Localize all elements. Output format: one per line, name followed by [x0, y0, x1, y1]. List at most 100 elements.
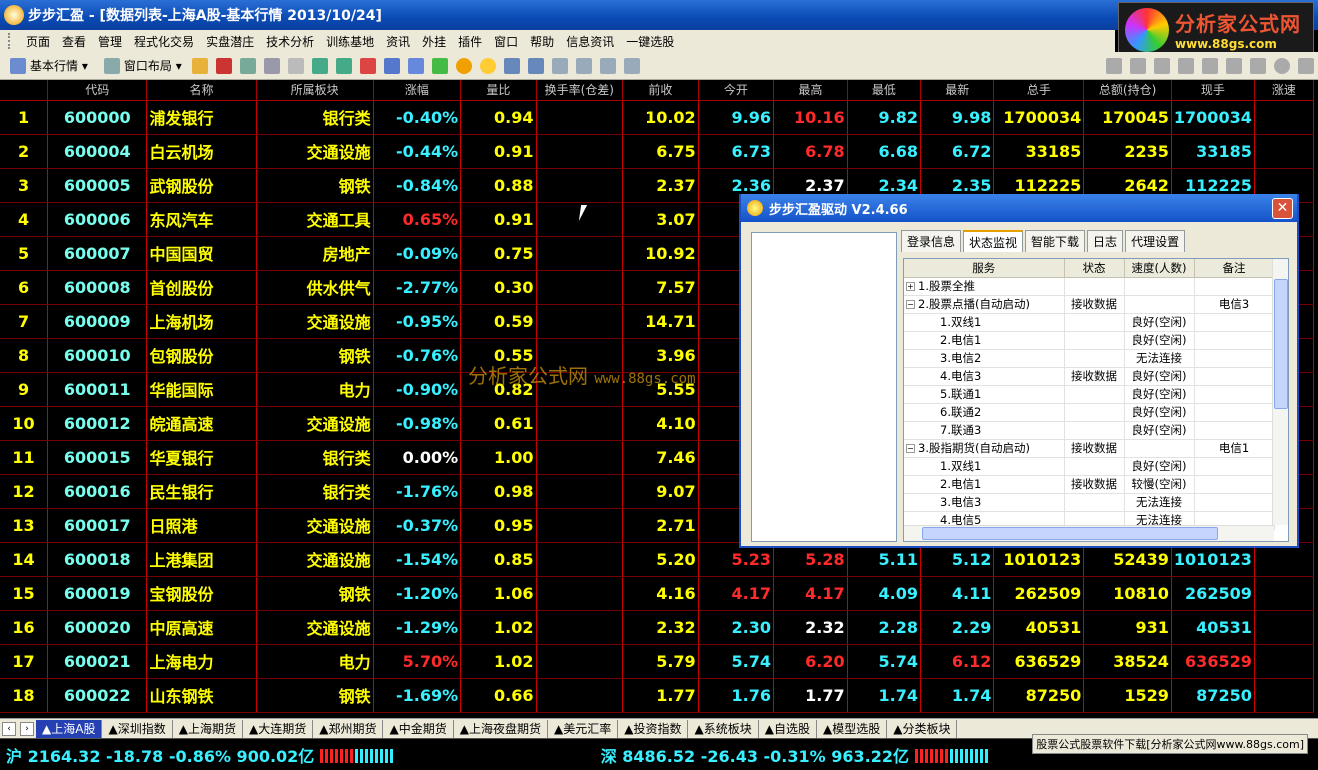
- col-header-index[interactable]: [0, 80, 49, 101]
- refresh-icon[interactable]: [431, 57, 448, 74]
- draw-rect-icon[interactable]: [1250, 57, 1266, 74]
- draw-channel-icon[interactable]: [1226, 57, 1242, 74]
- col-header-sector[interactable]: 所属板块: [256, 80, 374, 101]
- tab-market-9[interactable]: ▲系统板块: [688, 719, 759, 738]
- status-col-speed[interactable]: 速度(人数): [1124, 259, 1195, 278]
- dialog-close-button[interactable]: ✕: [1272, 198, 1293, 219]
- tree-hscroll-thumb[interactable]: [922, 527, 1218, 540]
- open-folder-icon[interactable]: [191, 57, 208, 74]
- tab-login-info[interactable]: 登录信息: [901, 230, 962, 252]
- tab-log[interactable]: 日志: [1087, 230, 1124, 252]
- tree-row[interactable]: 6.联通2 良好(空闲): [904, 403, 1275, 422]
- dialog-titlebar[interactable]: 步步汇盈驱动 V2.4.66: [741, 194, 1297, 222]
- col-header-volume-ratio[interactable]: 量比: [460, 80, 537, 101]
- table-row[interactable]: 18 600022 山东钢铁 钢铁 -1.69% 0.66 1.77 1.76 1.77 1.74…: [0, 678, 1314, 713]
- draw-lines-icon[interactable]: [1154, 57, 1170, 74]
- table2-icon[interactable]: [527, 57, 544, 74]
- menu-program-trading[interactable]: 程式化交易: [128, 33, 200, 50]
- col-header-volume[interactable]: 总手: [993, 80, 1085, 101]
- ad-link[interactable]: 股票公式股票软件下载[分析家公式网www.88gs.com]: [1032, 734, 1308, 754]
- draw-bars-icon[interactable]: [1178, 57, 1194, 74]
- tree-vscroll-thumb[interactable]: [1274, 279, 1288, 409]
- windows-icon[interactable]: [383, 57, 400, 74]
- menu-plugins[interactable]: 插件: [452, 33, 488, 50]
- col-header-name[interactable]: 名称: [146, 80, 257, 101]
- tab-market-4[interactable]: ▲郑州期货: [313, 719, 384, 738]
- table-row[interactable]: 1 600000 浦发银行 银行类 -0.40% 0.94 10.02 9.96 10.16 9.…: [0, 100, 1314, 135]
- tab-market-8[interactable]: ▲投资指数: [618, 719, 689, 738]
- tab-market-0[interactable]: ▲上海A股: [36, 719, 103, 738]
- chart-icon[interactable]: [215, 57, 232, 74]
- document-icon[interactable]: [407, 57, 424, 74]
- tree-expand-icon[interactable]: −: [906, 444, 915, 453]
- col-header-code[interactable]: 代码: [47, 80, 148, 101]
- tree-row[interactable]: 2.电信1 良好(空闲): [904, 331, 1275, 350]
- tab-market-12[interactable]: ▲分类板块: [887, 719, 958, 738]
- tab-market-6[interactable]: ▲上海夜盘期货: [454, 719, 548, 738]
- table-row[interactable]: 2 600004 白云机场 交通设施 -0.44% 0.91 6.75 6.73 6.78 6.6…: [0, 134, 1314, 169]
- col-header-high[interactable]: 最高: [773, 80, 848, 101]
- col-header-current-volume[interactable]: 现手: [1171, 80, 1255, 101]
- menu-window[interactable]: 窗口: [488, 33, 524, 50]
- col-header-amount[interactable]: 总额(持仓): [1083, 80, 1172, 101]
- tab-next-button[interactable]: ›: [20, 721, 34, 736]
- menu-quick-select[interactable]: 一键选股: [620, 33, 680, 50]
- tab-market-3[interactable]: ▲大连期货: [243, 719, 314, 738]
- tree-row[interactable]: 1.双线1 良好(空闲): [904, 457, 1275, 476]
- tree-row[interactable]: 3.电信3 无法连接: [904, 493, 1275, 512]
- menu-live-trading[interactable]: 实盘潜庄: [200, 33, 260, 50]
- menu-info[interactable]: 信息资讯: [560, 33, 620, 50]
- menu-addons[interactable]: 外挂: [416, 33, 452, 50]
- tab-market-5[interactable]: ▲中金期货: [383, 719, 454, 738]
- tree-horizontal-scrollbar[interactable]: [904, 525, 1274, 541]
- tree-vertical-scrollbar[interactable]: [1272, 259, 1288, 525]
- list-icon[interactable]: [263, 57, 280, 74]
- tree-expand-icon[interactable]: −: [906, 300, 915, 309]
- tab-smart-download[interactable]: 智能下载: [1025, 230, 1086, 252]
- col-header-last[interactable]: 最新: [920, 80, 995, 101]
- tree-row[interactable]: 5.联通1 良好(空闲): [904, 385, 1275, 404]
- menu-news[interactable]: 资讯: [380, 33, 416, 50]
- window-search-icon[interactable]: [623, 57, 640, 74]
- tree-row[interactable]: +1.股票全推: [904, 277, 1275, 296]
- tab-market-7[interactable]: ▲美元汇率: [548, 719, 619, 738]
- window-icon[interactable]: [551, 57, 568, 74]
- col-header-speed[interactable]: 涨速: [1254, 80, 1314, 101]
- tab-market-11[interactable]: ▲模型选股: [817, 719, 888, 738]
- table-row[interactable]: 16 600020 中原高速 交通设施 -1.29% 1.02 2.32 2.30 2.32 2.…: [0, 610, 1314, 645]
- menu-manage[interactable]: 管理: [92, 33, 128, 50]
- col-header-turnover[interactable]: 换手率(仓差): [536, 80, 624, 101]
- grid-check-icon[interactable]: [311, 57, 328, 74]
- col-header-open[interactable]: 今开: [698, 80, 775, 101]
- window2-icon[interactable]: [575, 57, 592, 74]
- weight-icon[interactable]: [287, 57, 304, 74]
- tab-market-1[interactable]: ▲深圳指数: [102, 719, 173, 738]
- tree-row[interactable]: 4.电信3 接收数据 良好(空闲): [904, 367, 1275, 386]
- tree-row[interactable]: 7.联通3 良好(空闲): [904, 421, 1275, 440]
- warning-icon[interactable]: [455, 57, 472, 74]
- tree-row[interactable]: 1.双线1 良好(空闲): [904, 313, 1275, 332]
- table-row[interactable]: 17 600021 上海电力 电力 5.70% 1.02 5.79 5.74 6.20 5.74 6…: [0, 644, 1314, 679]
- table-icon[interactable]: [503, 57, 520, 74]
- window3-icon[interactable]: [599, 57, 616, 74]
- tree-row[interactable]: −3.股指期货(自动启动) 接收数据 电信1: [904, 439, 1275, 458]
- table-row[interactable]: 15 600019 宝钢股份 钢铁 -1.20% 1.06 4.16 4.17 4.17 4.09…: [0, 576, 1314, 611]
- menu-help[interactable]: 帮助: [524, 33, 560, 50]
- tab-market-10[interactable]: ▲自选股: [759, 719, 817, 738]
- draw-line-icon[interactable]: [1106, 57, 1122, 74]
- bars-icon[interactable]: [359, 57, 376, 74]
- draw-fan-icon[interactable]: [1202, 57, 1218, 74]
- col-header-change[interactable]: 涨幅: [373, 80, 462, 101]
- col-header-low[interactable]: 最低: [847, 80, 922, 101]
- menu-technical-analysis[interactable]: 技术分析: [260, 33, 320, 50]
- draw-text-icon[interactable]: [1298, 57, 1314, 74]
- status-col-note[interactable]: 备注: [1194, 259, 1275, 278]
- draw-circle-icon[interactable]: [1274, 57, 1290, 74]
- menu-view[interactable]: 查看: [56, 33, 92, 50]
- menu-training[interactable]: 训练基地: [320, 33, 380, 50]
- sun-icon[interactable]: [479, 57, 496, 74]
- tree-expand-icon[interactable]: +: [906, 282, 915, 291]
- tab-market-2[interactable]: ▲上海期货: [173, 719, 243, 738]
- menu-page[interactable]: 页面: [20, 33, 56, 50]
- draw-pen-icon[interactable]: [1130, 57, 1146, 74]
